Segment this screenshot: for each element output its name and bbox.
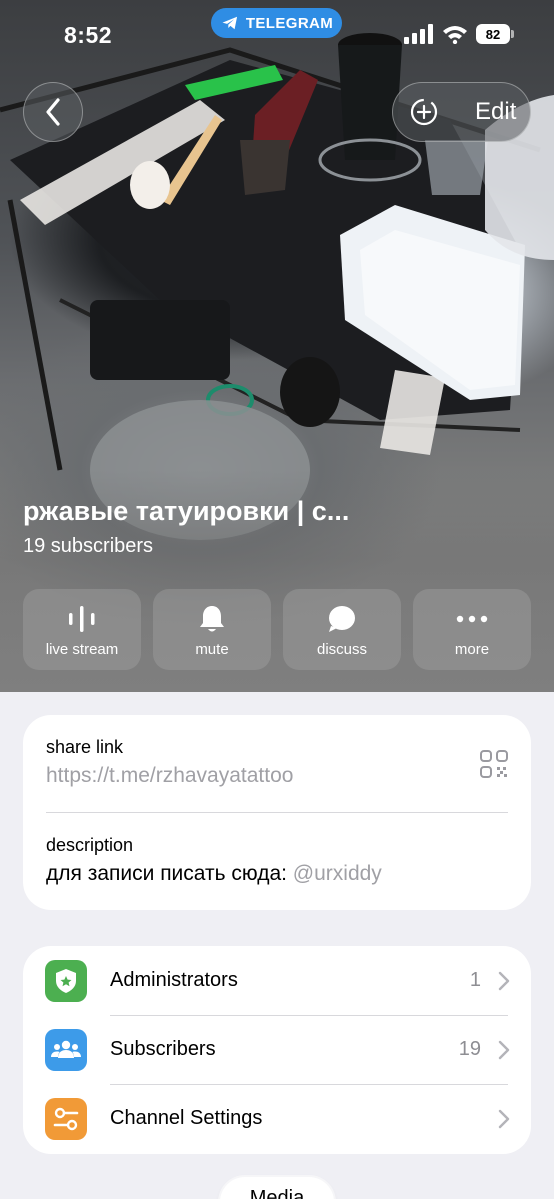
wifi-icon [443,26,467,44]
share-link-value[interactable]: https://t.me/rzhavayatattoo [46,764,293,788]
edit-button[interactable]: Edit [392,82,531,142]
channel-management-list: Administrators 1 Subscribers 19 Channel … [23,946,531,1154]
people-icon [45,1028,87,1071]
info-divider [46,812,508,813]
channel-title: ржавые татуировки | с... [23,496,350,526]
qr-code-icon[interactable] [479,749,509,779]
status-time: 8:52 [64,22,113,48]
description-label: description [46,835,134,855]
live-stream-icon [66,603,98,635]
live-stream-button[interactable]: live stream [23,589,141,670]
administrators-label: Administrators [110,969,238,991]
share-link-label: share link [46,737,124,757]
sliders-icon [45,1097,87,1140]
channel-settings-row[interactable]: Channel Settings [23,1084,531,1153]
chevron-right-icon [498,1109,510,1128]
chevron-right-icon [498,971,510,990]
description-handle-link[interactable]: @urxiddy [293,862,382,885]
telegram-plane-icon [222,16,237,30]
add-photo-icon [410,98,438,126]
description-block: description для записи писать сюда: @urx… [46,835,382,886]
administrators-row[interactable]: Administrators 1 [23,946,531,1015]
channel-info-card: share link https://t.me/rzhavayatattoo d… [23,715,531,910]
telegram-pill-label: TELEGRAM [245,14,334,32]
channel-settings-label: Channel Settings [110,1107,263,1129]
description-text: для записи писать сюда: @urxiddy [46,862,382,886]
chevron-right-icon [498,1040,510,1059]
live-stream-label: live stream [45,641,119,658]
administrators-count: 1 [469,969,481,991]
edit-label: Edit [475,98,517,125]
bell-icon [196,603,228,635]
mute-label: mute [195,641,229,658]
discuss-button[interactable]: discuss [283,589,401,670]
channel-subscriber-count: 19 subscribers [23,535,154,557]
subscribers-row[interactable]: Subscribers 19 [23,1015,531,1084]
channel-actions: live stream mute discuss more [23,589,531,670]
description-body: для записи писать сюда: [46,862,293,885]
chevron-left-icon [46,98,60,126]
shield-star-icon [45,959,87,1002]
battery-indicator: 82 [476,24,514,44]
share-link-block[interactable]: share link https://t.me/rzhavayatattoo [46,737,293,788]
subscribers-count: 19 [458,1038,481,1060]
media-tab[interactable]: Media [220,1177,334,1199]
back-button[interactable] [23,82,83,142]
cellular-signal-icon [404,24,433,44]
more-button[interactable]: more [413,589,531,670]
telegram-pill[interactable]: TELEGRAM [211,8,342,38]
discuss-label: discuss [316,641,368,658]
subscribers-label: Subscribers [110,1038,216,1060]
ellipsis-icon [456,603,488,635]
status-indicators: 82 [404,24,514,44]
more-label: more [454,641,490,658]
chat-bubble-icon [326,603,358,635]
mute-button[interactable]: mute [153,589,271,670]
channel-hero: 8:52 TELEGRAM 82 Edit ржавые татуировки … [0,0,554,692]
